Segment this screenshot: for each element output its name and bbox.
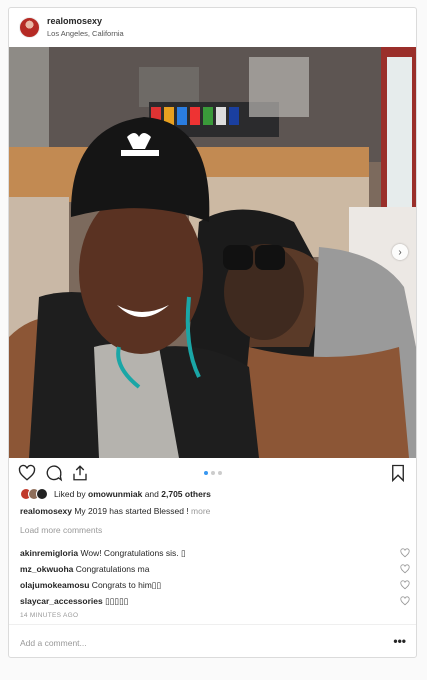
comment-heart-icon[interactable] [400, 548, 410, 558]
post-timestamp[interactable]: 14 MINUTES AGO [20, 612, 78, 619]
post-header: realomosexy Los Angeles, California [9, 8, 416, 47]
likes-middle: and [142, 489, 162, 499]
slide-dot [218, 471, 222, 475]
comment-item: mz_okwuoha Congratulations ma [20, 564, 410, 578]
caption-text: My 2019 has started Blessed ! [71, 506, 192, 516]
post-card: realomosexy Los Angeles, California › Li… [8, 7, 417, 658]
action-bar [9, 460, 416, 486]
more-options-button[interactable]: ••• [393, 634, 406, 648]
chevron-right-icon: › [398, 246, 402, 258]
comment-item: akinremigloria Wow! Congratulations sis.… [20, 548, 410, 562]
slide-dot [204, 471, 208, 475]
likes-row: Liked by omowunmiak and 2,705 others [20, 487, 211, 501]
load-more-comments[interactable]: Load more comments [20, 525, 102, 535]
caption: realomosexy My 2019 has started Blessed … [20, 506, 210, 516]
comment-text: Congratulations ma [73, 564, 150, 574]
share-icon[interactable] [71, 464, 89, 482]
comment-heart-icon[interactable] [400, 596, 410, 606]
comment-username[interactable]: mz_okwuoha [20, 564, 73, 574]
avatar[interactable] [19, 17, 40, 38]
comment-heart-icon[interactable] [400, 564, 410, 574]
slide-dot [211, 471, 215, 475]
comment-text: Congrats to him▯▯ [89, 580, 162, 590]
comment-item: olajumokeamosu Congrats to him▯▯ [20, 580, 410, 594]
bookmark-icon[interactable] [389, 464, 407, 482]
photo-image [9, 47, 416, 458]
next-slide-button[interactable]: › [392, 244, 408, 260]
comment-icon[interactable] [45, 464, 63, 482]
caption-more-link[interactable]: more [191, 506, 210, 516]
slide-indicator [204, 471, 222, 475]
likes-text: Liked by omowunmiak and 2,705 others [54, 489, 211, 499]
add-comment-input[interactable]: Add a comment... [20, 638, 87, 648]
liker-avatar[interactable] [36, 488, 48, 500]
post-location[interactable]: Los Angeles, California [47, 29, 124, 38]
comment-text: Wow! Congratulations sis. ▯ [78, 548, 186, 558]
comment-username[interactable]: olajumokeamosu [20, 580, 89, 590]
likes-count-link[interactable]: 2,705 others [161, 489, 211, 499]
likes-prefix: Liked by [54, 489, 89, 499]
likes-user-link[interactable]: omowunmiak [88, 489, 142, 499]
caption-username[interactable]: realomosexy [20, 506, 72, 516]
comment-heart-icon[interactable] [400, 580, 410, 590]
comment-text: ▯▯▯▯▯ [102, 596, 129, 606]
heart-icon[interactable] [18, 464, 36, 482]
post-photo[interactable]: › [9, 47, 416, 458]
divider [9, 624, 416, 625]
comment-username[interactable]: akinremigloria [20, 548, 78, 558]
post-username[interactable]: realomosexy [47, 16, 102, 26]
comment-item: slaycar_accessories ▯▯▯▯▯ [20, 596, 410, 610]
comment-username[interactable]: slaycar_accessories [20, 596, 103, 606]
